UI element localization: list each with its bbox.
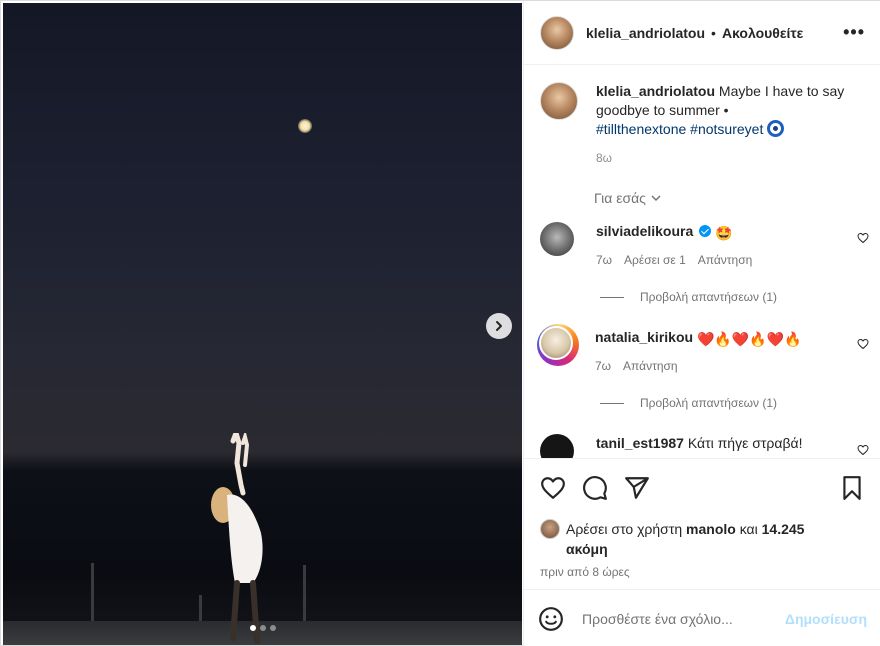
- following-button[interactable]: Ακολουθείτε: [722, 25, 803, 41]
- comment-text: 🤩: [715, 225, 733, 241]
- heart-icon[interactable]: [857, 444, 869, 456]
- likes-middle: και: [735, 521, 762, 537]
- comment-age: 7ω: [595, 359, 612, 373]
- comments-scroll[interactable]: klelia_andriolatou Maybe I have to say g…: [524, 66, 880, 458]
- comment-item: tanil_est1987 Κάτι πήγε στραβά!: [524, 434, 880, 458]
- separator-dot: •: [711, 24, 716, 41]
- reply-button[interactable]: Απάντηση: [698, 251, 753, 270]
- post-details-panel: klelia_andriolatou • Ακολουθείτε ••• kle…: [523, 1, 880, 646]
- caption-hashtags[interactable]: #tillthenextone #notsureyet: [596, 121, 763, 137]
- author-username[interactable]: klelia_andriolatou: [586, 25, 705, 41]
- carousel-next-button[interactable]: [486, 313, 512, 339]
- post-header: klelia_andriolatou • Ακολουθείτε •••: [524, 1, 880, 65]
- likes-summary[interactable]: Αρέσει στο χρήστη manolo και 14.245 ακόμ…: [540, 519, 865, 559]
- caption-age: 8ω: [596, 151, 613, 165]
- divider-line: [600, 402, 624, 404]
- caption-username[interactable]: klelia_andriolatou: [596, 83, 715, 99]
- post-caption: klelia_andriolatou Maybe I have to say g…: [524, 66, 880, 168]
- for-you-filter[interactable]: Για εσάς: [594, 190, 880, 206]
- more-icon[interactable]: •••: [843, 22, 865, 43]
- comment-item: silviadelikoura 🤩 7ω Αρέσει σε 1 Απάντησ…: [524, 222, 880, 270]
- comment-text: Κάτι πήγε στραβά!: [687, 435, 803, 451]
- post-photo[interactable]: [3, 3, 522, 645]
- post-actions: Αρέσει στο χρήστη manolo και 14.245 ακόμ…: [524, 458, 880, 579]
- add-comment-bar: Δημοσίευση: [524, 589, 880, 646]
- heart-icon[interactable]: [540, 475, 566, 501]
- verified-badge-icon: [699, 225, 712, 237]
- heart-icon[interactable]: [857, 232, 869, 244]
- evil-eye-emoji-icon: [767, 120, 785, 137]
- author-avatar[interactable]: [540, 15, 574, 50]
- view-replies-button[interactable]: Προβολή απαντήσεων (1): [600, 396, 880, 410]
- commenter-avatar[interactable]: [540, 434, 574, 458]
- for-you-label: Για εσάς: [594, 190, 646, 206]
- post-comment-button[interactable]: Δημοσίευση: [785, 611, 867, 627]
- likes-prefix: Αρέσει στο χρήστη: [566, 521, 687, 537]
- divider-line: [600, 296, 624, 298]
- carousel-dot: [270, 625, 276, 631]
- railing-post: [91, 563, 94, 623]
- liker-username[interactable]: manolo: [686, 521, 736, 537]
- comment-input[interactable]: [582, 610, 782, 627]
- carousel-indicator: [250, 625, 276, 631]
- view-replies-label: Προβολή απαντήσεων (1): [640, 396, 778, 410]
- commenter-username[interactable]: tanil_est1987: [596, 435, 684, 451]
- commenter-username[interactable]: natalia_kirikou: [595, 329, 693, 345]
- comment-age: 7ω: [596, 253, 613, 267]
- carousel-dot: [250, 625, 256, 631]
- emoji-icon[interactable]: [538, 606, 564, 632]
- likes-count[interactable]: 14.245: [762, 521, 805, 537]
- share-icon[interactable]: [624, 475, 650, 501]
- railing-post: [303, 565, 306, 623]
- likes-suffix[interactable]: ακόμη: [566, 541, 608, 557]
- chevron-down-icon: [651, 195, 661, 202]
- instagram-post-modal: klelia_andriolatou • Ακολουθείτε ••• kle…: [0, 0, 880, 646]
- view-replies-label: Προβολή απαντήσεων (1): [640, 290, 778, 304]
- commenter-avatar[interactable]: [540, 222, 574, 256]
- story-ring[interactable]: [537, 324, 579, 366]
- comment-item: natalia_kirikou ❤️🔥❤️🔥❤️🔥 7ω Απάντηση: [524, 324, 880, 376]
- view-replies-button[interactable]: Προβολή απαντήσεων (1): [600, 290, 880, 304]
- chevron-right-icon: [496, 321, 502, 331]
- post-timestamp[interactable]: πριν από 8 ώρες: [540, 565, 865, 579]
- liker-avatar: [540, 519, 560, 539]
- reply-button[interactable]: Απάντηση: [623, 357, 678, 376]
- caption-author-avatar[interactable]: [540, 82, 578, 120]
- comment-icon[interactable]: [582, 475, 608, 501]
- bookmark-icon[interactable]: [839, 475, 865, 501]
- carousel-dot: [260, 625, 266, 631]
- comment-text: ❤️🔥❤️🔥❤️🔥: [696, 331, 802, 347]
- woman-figure: [211, 433, 263, 644]
- commenter-username[interactable]: silviadelikoura: [596, 223, 693, 239]
- commenter-avatar: [539, 326, 573, 360]
- moon: [298, 119, 312, 133]
- comment-likes-link[interactable]: Αρέσει σε 1: [624, 251, 686, 270]
- heart-icon[interactable]: [857, 338, 869, 350]
